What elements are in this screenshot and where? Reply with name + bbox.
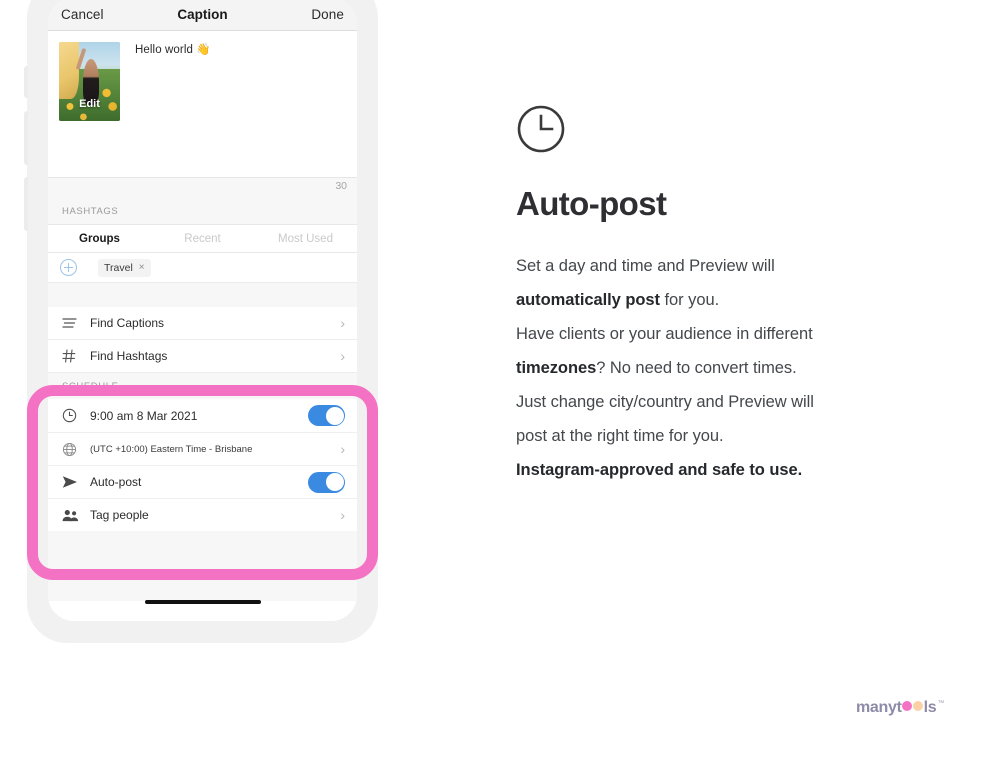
- schedule-section-label: SCHEDULE: [48, 373, 357, 399]
- description-line-3: Have clients or your audience in differe…: [516, 325, 813, 343]
- feature-panel: Auto-post Set a day and time and Preview…: [516, 104, 936, 487]
- tab-recent[interactable]: Recent: [151, 233, 254, 245]
- logo-trademark: ™: [937, 700, 945, 707]
- clock-icon: [62, 408, 80, 423]
- schedule-toggle[interactable]: [308, 405, 345, 426]
- caption-editor: Edit Hello world 👋: [48, 31, 357, 177]
- post-thumbnail[interactable]: Edit: [59, 42, 120, 121]
- phone-mockup-frame: Cancel Caption Done Edit Hello world 👋 3…: [24, 0, 378, 643]
- auto-post-row[interactable]: Auto-post: [48, 465, 357, 498]
- edit-thumbnail-button[interactable]: Edit: [59, 98, 120, 110]
- feature-title: Auto-post: [516, 185, 667, 222]
- feature-description: Set a day and time and Preview will auto…: [516, 249, 936, 487]
- app-navbar: Cancel Caption Done: [48, 0, 357, 31]
- chevron-right-icon: ›: [340, 348, 345, 364]
- schedule-tail-spacer: [48, 531, 357, 557]
- hashtag-tabs: Groups Recent Most Used: [48, 224, 357, 253]
- description-line-1: Set a day and time and Preview will: [516, 257, 775, 275]
- text-lines-icon: [62, 317, 80, 330]
- logo-text-part1: many: [856, 699, 897, 716]
- phone-volume-down-button[interactable]: [24, 177, 28, 231]
- thumbnail-fabric: [59, 42, 80, 99]
- find-captions-row[interactable]: Find Captions ›: [48, 307, 357, 340]
- people-icon: [62, 509, 80, 522]
- hashtag-group-chip[interactable]: Travel ×: [98, 258, 151, 277]
- done-button[interactable]: Done: [311, 7, 344, 22]
- description-line-7: Instagram-approved and safe to use.: [516, 461, 803, 479]
- hash-icon: [62, 349, 80, 363]
- timezone-row[interactable]: (UTC +10:00) Eastern Time - Brisbane ›: [48, 432, 357, 465]
- schedule-datetime-row[interactable]: 9:00 am 8 Mar 2021: [48, 399, 357, 432]
- chevron-right-icon: ›: [340, 315, 345, 331]
- logo-text-part3: ls: [923, 699, 937, 716]
- find-captions-label: Find Captions: [90, 316, 165, 330]
- bottom-spacer: [48, 557, 357, 601]
- add-group-icon[interactable]: [60, 259, 77, 276]
- chevron-right-icon: ›: [340, 441, 345, 457]
- manytools-logo[interactable]: many t ls ™: [856, 699, 944, 717]
- description-line-5: Just change city/country and Preview wil…: [516, 393, 814, 411]
- hashtag-groups-row: Travel ×: [48, 253, 357, 283]
- home-indicator: [144, 600, 261, 604]
- send-icon: [62, 475, 80, 489]
- description-line-6: post at the right time for you.: [516, 427, 724, 445]
- find-hashtags-row[interactable]: Find Hashtags ›: [48, 340, 357, 373]
- hashtag-counter: 30: [48, 177, 357, 199]
- page-root: Cancel Caption Done Edit Hello world 👋 3…: [0, 0, 1000, 757]
- globe-icon: [62, 442, 80, 457]
- description-line-2: automatically post for you.: [516, 291, 720, 309]
- tab-groups[interactable]: Groups: [48, 233, 151, 245]
- clock-icon: [516, 104, 936, 159]
- auto-post-toggle[interactable]: [308, 471, 345, 493]
- find-hashtags-label: Find Hashtags: [90, 349, 168, 363]
- logo-dot-pink-icon: [902, 701, 913, 711]
- chevron-right-icon: ›: [340, 507, 345, 523]
- phone-screen: Cancel Caption Done Edit Hello world 👋 3…: [48, 0, 357, 621]
- caption-input[interactable]: Hello world 👋: [135, 42, 211, 177]
- hashtags-section-label: HASHTAGS: [48, 199, 357, 224]
- tag-people-row[interactable]: Tag people ›: [48, 498, 357, 531]
- description-line-4: timezones? No need to convert times.: [516, 359, 797, 377]
- close-icon[interactable]: ×: [139, 262, 145, 273]
- timezone-label: (UTC +10:00) Eastern Time - Brisbane: [90, 443, 253, 455]
- auto-post-label: Auto-post: [90, 475, 142, 489]
- logo-dot-peach-icon: [913, 701, 924, 711]
- phone-volume-up-button[interactable]: [24, 111, 28, 165]
- tab-most-used[interactable]: Most Used: [254, 233, 357, 245]
- cancel-button[interactable]: Cancel: [61, 7, 104, 22]
- toggle-knob: [325, 406, 344, 425]
- app-viewport: Cancel Caption Done Edit Hello world 👋 3…: [48, 0, 357, 621]
- toggle-knob: [325, 473, 344, 491]
- logo-text-part2: t: [896, 699, 902, 716]
- spacer-strip: [48, 283, 357, 307]
- phone-mute-button[interactable]: [24, 66, 28, 98]
- schedule-datetime-label: 9:00 am 8 Mar 2021: [90, 408, 198, 423]
- chip-label: Travel: [104, 261, 133, 274]
- tag-people-label: Tag people: [90, 508, 149, 522]
